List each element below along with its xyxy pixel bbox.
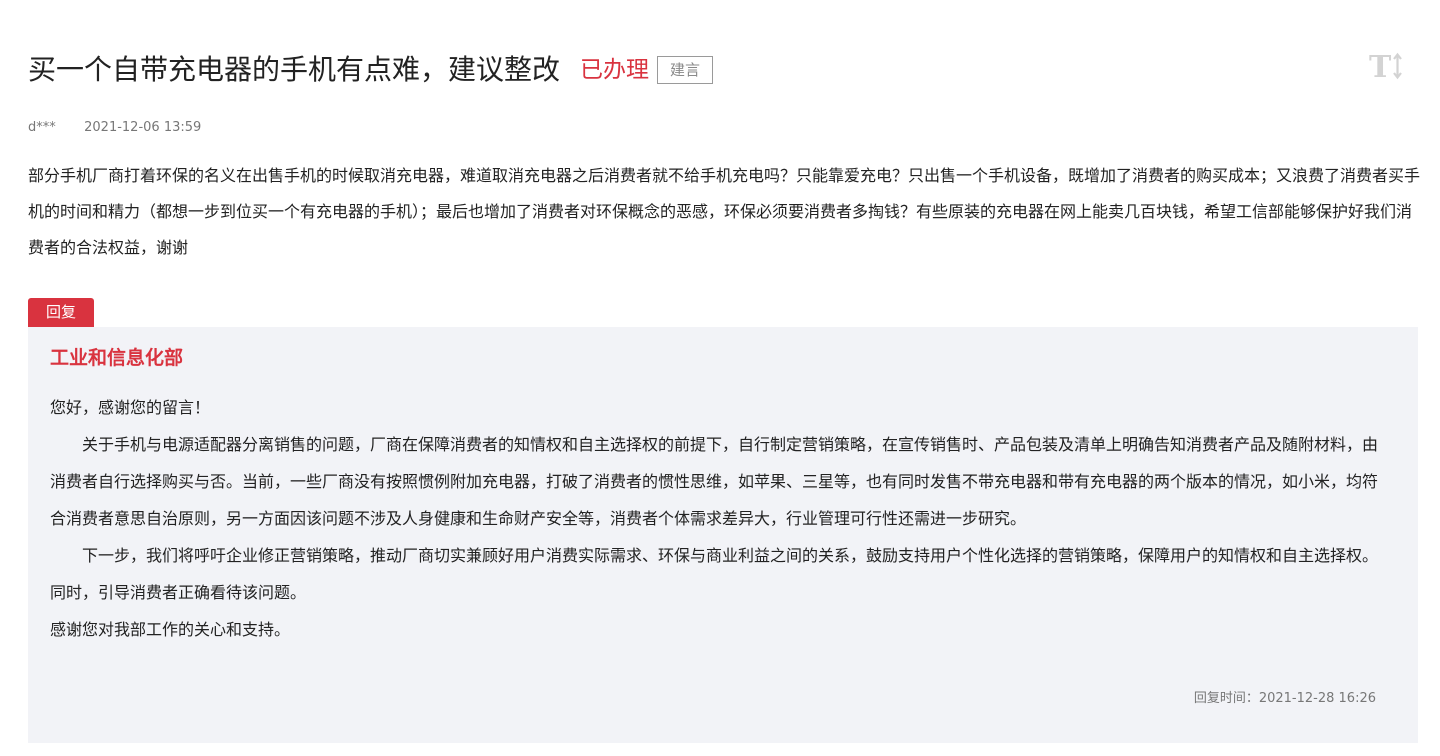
reply-paragraph: 下一步，我们将呼吁企业修正营销策略，推动厂商切实兼顾好用户消费实际需求、环保与商… — [50, 546, 1379, 602]
reply-organization: 工业和信息化部 — [50, 347, 184, 369]
text-size-icon: T — [1369, 50, 1402, 85]
reply-paragraph: 关于手机与电源适配器分离销售的问题，厂商在保障消费者的知情权和自主选择权的前提下… — [50, 435, 1379, 528]
reply-time: 回复时间：2021-12-28 16:26 — [1194, 687, 1376, 706]
reply-greeting: 您好，感谢您的留言！ — [50, 398, 211, 417]
reply-body: 您好，感谢您的留言！ 关于手机与电源适配器分离销售的问题，厂商在保障消费者的知情… — [50, 389, 1390, 648]
reply-time-label: 回复时间： — [1193, 691, 1259, 706]
font-size-toggle-button[interactable]: T — [1368, 48, 1404, 85]
type-badge: 建言 — [657, 56, 714, 84]
author-name: d*** — [28, 120, 56, 135]
page-title: 买一个自带充电器的手机有点难，建议整改 — [28, 53, 561, 86]
message-datetime: 2021-12-06 13:59 — [84, 120, 202, 135]
reply-tab: 回复 — [28, 298, 94, 327]
message-meta: d*** 2021-12-06 13:59 — [28, 120, 201, 135]
message-content: 部分手机厂商打着环保的名义在出售手机的时候取消充电器，难道取消充电器之后消费者就… — [28, 166, 1421, 257]
reply-closing: 感谢您对我部工作的关心和支持。 — [50, 620, 291, 639]
title-row: 买一个自带充电器的手机有点难，建议整改 已办理 建言 — [28, 50, 714, 90]
text-size-glyph: T — [1369, 50, 1392, 84]
status-label: 已办理 — [580, 57, 650, 83]
reply-panel: 工业和信息化部 您好，感谢您的留言！ 关于手机与电源适配器分离销售的问题，厂商在… — [28, 327, 1418, 743]
reply-time-value: 2021-12-28 16:26 — [1258, 691, 1376, 706]
